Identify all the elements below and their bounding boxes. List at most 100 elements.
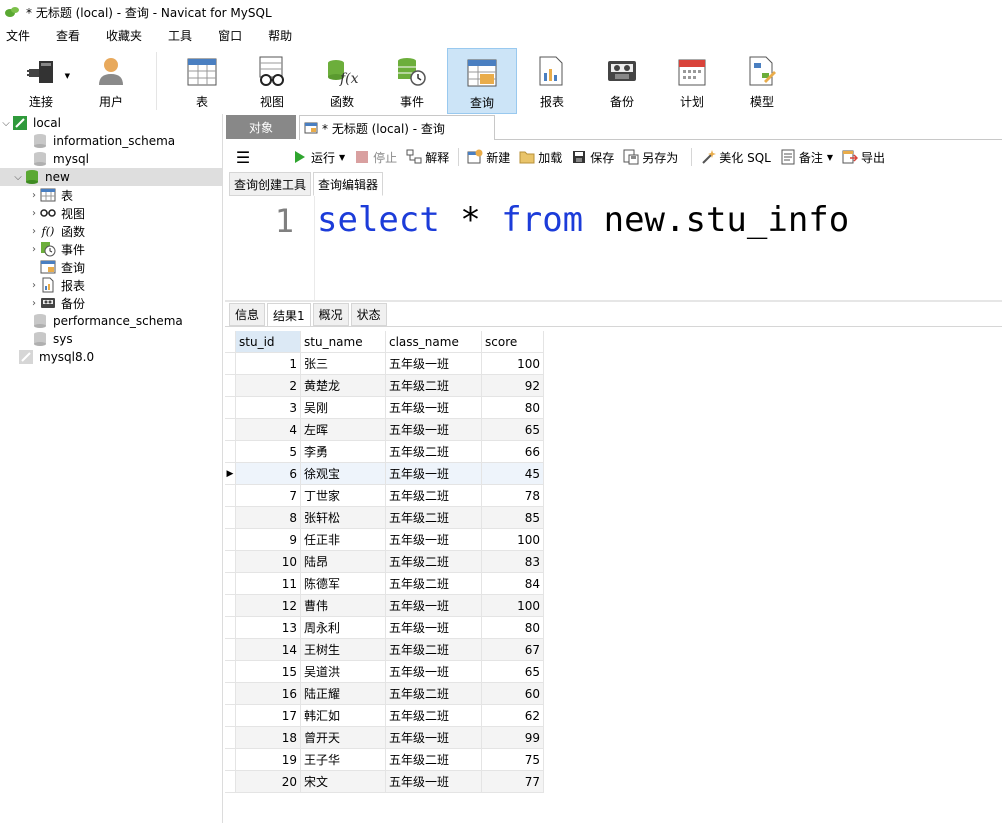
tab-query-editor[interactable]: 查询编辑器 [313, 172, 384, 196]
export-button[interactable]: 导出 [842, 149, 885, 166]
column-header-stu-name[interactable]: stu_name [301, 331, 386, 353]
table-row[interactable]: 13 周永利 五年级一班 80 [225, 617, 544, 639]
cell-stu-id[interactable]: 15 [236, 661, 301, 683]
cell-stu-id[interactable]: 1 [236, 353, 301, 375]
cell-score[interactable]: 75 [482, 749, 544, 771]
cell-class-name[interactable]: 五年级一班 [386, 397, 482, 419]
column-header-score[interactable]: score [482, 331, 544, 353]
cell-score[interactable]: 66 [482, 441, 544, 463]
cell-class-name[interactable]: 五年级二班 [386, 705, 482, 727]
cell-score[interactable]: 62 [482, 705, 544, 727]
cell-stu-id[interactable]: 14 [236, 639, 301, 661]
load-button[interactable]: 加载 [519, 149, 562, 166]
cell-stu-id[interactable]: 13 [236, 617, 301, 639]
table-row[interactable]: 1 张三 五年级一班 100 [225, 353, 544, 375]
view-button[interactable]: 视图 [237, 48, 307, 114]
tree-item-events[interactable]: › 事件 [28, 240, 85, 258]
chevron-right-icon[interactable]: › [28, 226, 40, 237]
table-row[interactable]: 11 陈德军 五年级二班 84 [225, 573, 544, 595]
cell-class-name[interactable]: 五年级二班 [386, 639, 482, 661]
cell-score[interactable]: 100 [482, 353, 544, 375]
table-row[interactable]: 17 韩汇如 五年级二班 62 [225, 705, 544, 727]
cell-score[interactable]: 99 [482, 727, 544, 749]
tree-item-sys[interactable]: sys [32, 330, 73, 348]
cell-stu-id[interactable]: 17 [236, 705, 301, 727]
cell-score[interactable]: 85 [482, 507, 544, 529]
cell-stu-name[interactable]: 周永利 [301, 617, 386, 639]
run-button[interactable]: 运行 ▼ [292, 149, 345, 166]
cell-stu-id[interactable]: 16 [236, 683, 301, 705]
chevron-down-icon[interactable]: ▼ [339, 153, 345, 162]
cell-stu-name[interactable]: 陆昂 [301, 551, 386, 573]
cell-class-name[interactable]: 五年级二班 [386, 485, 482, 507]
beautify-sql-button[interactable]: 美化 SQL [700, 149, 771, 166]
cell-class-name[interactable]: 五年级一班 [386, 419, 482, 441]
menu-view[interactable]: 查看 [50, 24, 92, 48]
cell-score[interactable]: 100 [482, 529, 544, 551]
cell-score[interactable]: 84 [482, 573, 544, 595]
cell-stu-name[interactable]: 丁世家 [301, 485, 386, 507]
tab-profile[interactable]: 概况 [312, 303, 349, 326]
new-query-button[interactable]: 新建 [467, 149, 510, 166]
chevron-down-icon[interactable]: ▼ [827, 153, 833, 162]
cell-class-name[interactable]: 五年级一班 [386, 529, 482, 551]
cell-stu-name[interactable]: 王子华 [301, 749, 386, 771]
row-indicator[interactable] [225, 573, 236, 595]
cell-stu-name[interactable]: 陈德军 [301, 573, 386, 595]
tree-item-queries[interactable]: 查询 [40, 258, 85, 276]
cell-stu-id[interactable]: 4 [236, 419, 301, 441]
cell-stu-name[interactable]: 左晖 [301, 419, 386, 441]
table-row[interactable]: 19 王子华 五年级二班 75 [225, 749, 544, 771]
cell-class-name[interactable]: 五年级二班 [386, 573, 482, 595]
model-button[interactable]: 模型 [727, 48, 797, 114]
cell-class-name[interactable]: 五年级二班 [386, 441, 482, 463]
tab-query-builder[interactable]: 查询创建工具 [229, 172, 312, 196]
table-row[interactable]: 20 宋文 五年级一班 77 [225, 771, 544, 793]
tree-item-views[interactable]: › 视图 [28, 204, 85, 222]
cell-stu-id[interactable]: 18 [236, 727, 301, 749]
cell-class-name[interactable]: 五年级二班 [386, 375, 482, 397]
explain-button[interactable]: 解释 [406, 149, 449, 166]
editor-splitter[interactable] [225, 300, 1002, 302]
cell-class-name[interactable]: 五年级一班 [386, 617, 482, 639]
connect-button[interactable]: 连接 ▼ [6, 48, 76, 114]
cell-score[interactable]: 78 [482, 485, 544, 507]
cell-score[interactable]: 65 [482, 661, 544, 683]
save-button[interactable]: 保存 [571, 149, 614, 166]
column-header-class-name[interactable]: class_name [386, 331, 482, 353]
cell-stu-id[interactable]: 9 [236, 529, 301, 551]
row-indicator[interactable] [225, 353, 236, 375]
cell-class-name[interactable]: 五年级二班 [386, 507, 482, 529]
chevron-right-icon[interactable]: › [28, 208, 40, 219]
table-row[interactable]: 9 任正非 五年级一班 100 [225, 529, 544, 551]
query-button[interactable]: 查询 [447, 48, 517, 114]
chevron-right-icon[interactable]: › [28, 244, 40, 255]
cell-stu-name[interactable]: 王树生 [301, 639, 386, 661]
cell-score[interactable]: 60 [482, 683, 544, 705]
table-row[interactable]: 2 黄楚龙 五年级二班 92 [225, 375, 544, 397]
cell-score[interactable]: 67 [482, 639, 544, 661]
sql-editor[interactable]: 1 select * from new.stu_info [229, 196, 1002, 300]
cell-stu-name[interactable]: 张轩松 [301, 507, 386, 529]
cell-stu-name[interactable]: 李勇 [301, 441, 386, 463]
menu-help[interactable]: 帮助 [262, 24, 304, 48]
row-indicator[interactable] [225, 441, 236, 463]
chevron-down-icon[interactable]: ⌵ [12, 172, 24, 183]
cell-stu-id[interactable]: 6 [236, 463, 301, 485]
cell-stu-id[interactable]: 5 [236, 441, 301, 463]
cell-stu-name[interactable]: 徐观宝 [301, 463, 386, 485]
cell-class-name[interactable]: 五年级一班 [386, 463, 482, 485]
table-row[interactable]: 5 李勇 五年级二班 66 [225, 441, 544, 463]
cell-stu-name[interactable]: 陆正耀 [301, 683, 386, 705]
row-indicator[interactable] [225, 419, 236, 441]
tab-objects[interactable]: 对象 [226, 115, 296, 139]
row-indicator[interactable] [225, 727, 236, 749]
sql-code[interactable]: select * from new.stu_info [317, 200, 849, 240]
cell-class-name[interactable]: 五年级二班 [386, 749, 482, 771]
cell-class-name[interactable]: 五年级一班 [386, 595, 482, 617]
cell-stu-id[interactable]: 19 [236, 749, 301, 771]
cell-stu-name[interactable]: 吴刚 [301, 397, 386, 419]
row-indicator[interactable] [225, 551, 236, 573]
cell-score[interactable]: 77 [482, 771, 544, 793]
row-indicator[interactable] [225, 771, 236, 793]
